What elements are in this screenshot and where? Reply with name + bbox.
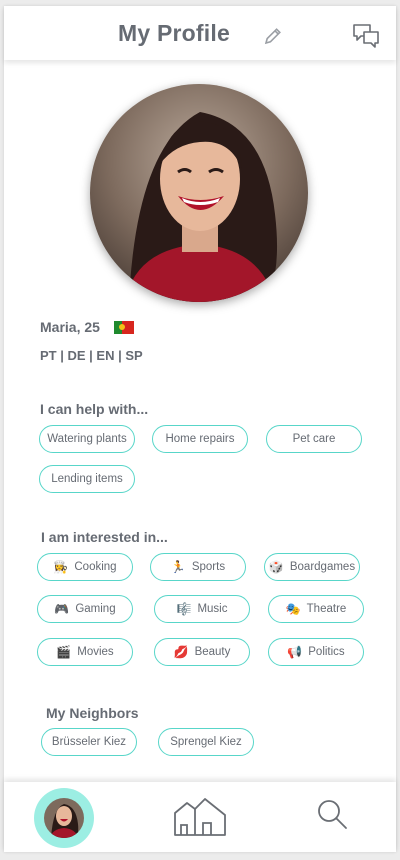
- portugal-flag-icon: [113, 321, 134, 334]
- interest-label: Movies: [77, 646, 114, 658]
- gamepad-icon: 🎮: [54, 602, 70, 616]
- name-age-text: Maria, 25: [40, 319, 100, 335]
- profile-photo[interactable]: [90, 84, 308, 302]
- interest-chip-beauty[interactable]: 💋 Beauty: [154, 638, 250, 666]
- search-icon[interactable]: [316, 798, 348, 830]
- interest-chip-gaming[interactable]: 🎮 Gaming: [37, 595, 133, 623]
- runner-icon: 🏃: [170, 560, 186, 574]
- interest-label: Politics: [308, 646, 345, 658]
- interest-label: Cooking: [74, 561, 117, 573]
- help-chip-home-repairs[interactable]: Home repairs: [152, 425, 248, 453]
- cook-icon: 👩‍🍳: [53, 560, 69, 574]
- nav-profile-avatar[interactable]: [34, 788, 94, 848]
- languages-list: PT | DE | EN | SP: [40, 348, 143, 363]
- pencil-icon[interactable]: [263, 26, 283, 46]
- interest-label: Beauty: [194, 646, 231, 658]
- music-notes-icon: 🎼: [176, 602, 192, 616]
- help-chip-watering-plants[interactable]: Watering plants: [39, 425, 135, 453]
- interest-label: Theatre: [306, 603, 347, 615]
- interests-section-title: I am interested in...: [41, 529, 168, 545]
- interest-label: Music: [197, 603, 228, 615]
- neighbor-chip-sprengel-kiez[interactable]: Sprengel Kiez: [158, 728, 254, 756]
- megaphone-icon: 📢: [287, 645, 303, 659]
- interest-chip-movies[interactable]: 🎬 Movies: [37, 638, 133, 666]
- help-chip-lending-items[interactable]: Lending items: [39, 465, 135, 493]
- neighbor-chip-bruesseler-kiez[interactable]: Brüsseler Kiez: [41, 728, 137, 756]
- interest-chip-music[interactable]: 🎼 Music: [154, 595, 250, 623]
- interest-chip-sports[interactable]: 🏃 Sports: [150, 553, 246, 581]
- interest-chip-cooking[interactable]: 👩‍🍳 Cooking: [37, 553, 133, 581]
- interest-chip-theatre[interactable]: 🎭 Theatre: [268, 595, 364, 623]
- interest-chip-politics[interactable]: 📢 Politics: [268, 638, 364, 666]
- dice-icon: 🎲: [268, 560, 284, 574]
- help-chip-pet-care[interactable]: Pet care: [266, 425, 362, 453]
- interest-label: Boardgames: [289, 561, 356, 573]
- profile-name-age: Maria, 25: [40, 319, 134, 335]
- avatar: [44, 798, 84, 838]
- bottom-nav: [4, 782, 396, 852]
- interest-label: Gaming: [75, 603, 116, 615]
- houses-icon[interactable]: [173, 795, 227, 837]
- page-title: My Profile: [118, 20, 230, 46]
- theatre-masks-icon: 🎭: [285, 602, 301, 616]
- clapperboard-icon: 🎬: [56, 645, 72, 659]
- interest-chip-boardgames[interactable]: 🎲 Boardgames: [264, 553, 360, 581]
- lips-icon: 💋: [173, 645, 189, 659]
- neighbors-section-title: My Neighbors: [46, 705, 139, 721]
- app-header: My Profile: [4, 6, 396, 60]
- interest-label: Sports: [191, 561, 226, 573]
- app-frame: My Profile Maria, 25 PT | DE | EN | SP I…: [4, 6, 396, 852]
- chat-bubbles-icon[interactable]: [352, 22, 380, 50]
- help-section-title: I can help with...: [40, 401, 149, 417]
